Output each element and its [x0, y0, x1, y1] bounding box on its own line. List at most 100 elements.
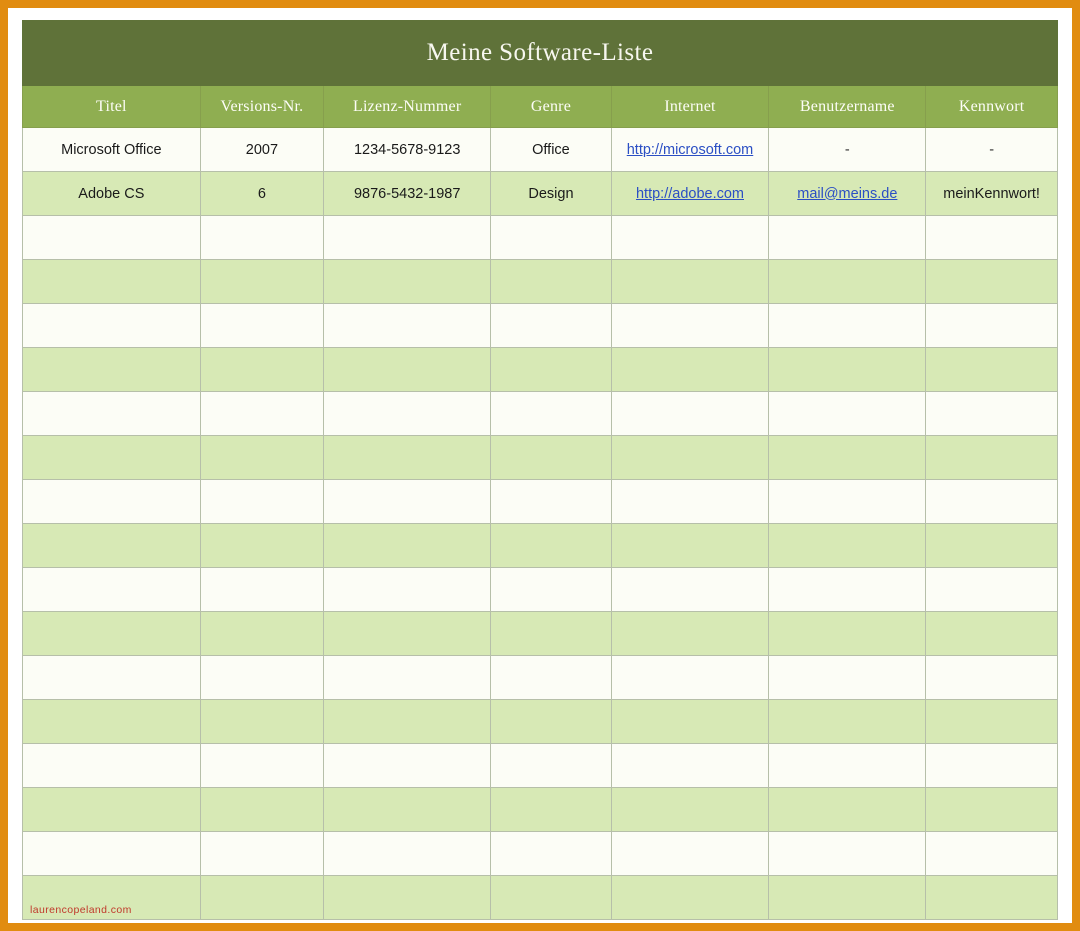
cell-internet[interactable] — [611, 568, 769, 612]
cell-lizenz[interactable] — [324, 612, 491, 656]
cell-titel[interactable] — [23, 832, 201, 876]
cell-titel[interactable] — [23, 436, 201, 480]
cell-genre[interactable] — [491, 392, 611, 436]
cell-internet[interactable] — [611, 524, 769, 568]
cell-genre[interactable] — [491, 612, 611, 656]
cell-titel[interactable] — [23, 216, 201, 260]
cell-titel[interactable] — [23, 744, 201, 788]
cell-internet[interactable] — [611, 700, 769, 744]
cell-kennwort[interactable] — [926, 216, 1058, 260]
cell-titel[interactable] — [23, 480, 201, 524]
cell-titel[interactable] — [23, 524, 201, 568]
cell-lizenz[interactable] — [324, 832, 491, 876]
cell-kennwort[interactable] — [926, 348, 1058, 392]
cell-benutzername[interactable] — [769, 216, 926, 260]
cell-titel[interactable]: laurencopeland.com — [23, 876, 201, 920]
cell-genre[interactable] — [491, 524, 611, 568]
cell-benutzername[interactable] — [769, 656, 926, 700]
cell-version[interactable] — [200, 304, 323, 348]
cell-internet[interactable] — [611, 260, 769, 304]
link-benutzername[interactable]: mail@meins.de — [797, 186, 897, 202]
column-header-kennwort[interactable]: Kennwort — [926, 86, 1058, 128]
cell-kennwort[interactable] — [926, 304, 1058, 348]
cell-benutzername[interactable] — [769, 568, 926, 612]
cell-benutzername[interactable] — [769, 832, 926, 876]
cell-internet[interactable] — [611, 348, 769, 392]
cell-titel[interactable] — [23, 304, 201, 348]
cell-lizenz[interactable] — [324, 260, 491, 304]
cell-genre[interactable] — [491, 304, 611, 348]
cell-benutzername[interactable] — [769, 524, 926, 568]
cell-internet[interactable] — [611, 304, 769, 348]
cell-titel[interactable] — [23, 656, 201, 700]
cell-lizenz[interactable] — [324, 348, 491, 392]
cell-version[interactable] — [200, 524, 323, 568]
cell-kennwort[interactable] — [926, 876, 1058, 920]
cell-lizenz[interactable]: 9876-5432-1987 — [324, 172, 491, 216]
cell-lizenz[interactable] — [324, 568, 491, 612]
cell-kennwort[interactable]: meinKennwort! — [926, 172, 1058, 216]
cell-benutzername[interactable] — [769, 260, 926, 304]
cell-lizenz[interactable] — [324, 876, 491, 920]
cell-titel[interactable] — [23, 260, 201, 304]
cell-kennwort[interactable] — [926, 392, 1058, 436]
cell-lizenz[interactable] — [324, 744, 491, 788]
cell-benutzername[interactable]: - — [769, 128, 926, 172]
cell-benutzername[interactable] — [769, 700, 926, 744]
cell-kennwort[interactable] — [926, 612, 1058, 656]
cell-lizenz[interactable] — [324, 304, 491, 348]
cell-genre[interactable] — [491, 260, 611, 304]
cell-version[interactable] — [200, 744, 323, 788]
cell-version[interactable] — [200, 392, 323, 436]
column-header-version[interactable]: Versions-Nr. — [200, 86, 323, 128]
cell-internet[interactable] — [611, 656, 769, 700]
cell-lizenz[interactable] — [324, 656, 491, 700]
cell-genre[interactable] — [491, 788, 611, 832]
cell-lizenz[interactable] — [324, 480, 491, 524]
cell-lizenz[interactable] — [324, 216, 491, 260]
cell-lizenz[interactable] — [324, 392, 491, 436]
cell-benutzername[interactable] — [769, 304, 926, 348]
link-internet[interactable]: http://adobe.com — [636, 186, 744, 202]
cell-version[interactable] — [200, 260, 323, 304]
cell-kennwort[interactable] — [926, 260, 1058, 304]
cell-version[interactable] — [200, 656, 323, 700]
cell-version[interactable] — [200, 832, 323, 876]
cell-lizenz[interactable] — [324, 788, 491, 832]
cell-lizenz[interactable] — [324, 436, 491, 480]
cell-kennwort[interactable] — [926, 788, 1058, 832]
cell-genre[interactable] — [491, 656, 611, 700]
cell-internet[interactable] — [611, 876, 769, 920]
cell-benutzername[interactable] — [769, 744, 926, 788]
cell-lizenz[interactable] — [324, 524, 491, 568]
cell-version[interactable] — [200, 348, 323, 392]
cell-titel[interactable] — [23, 788, 201, 832]
cell-version[interactable] — [200, 436, 323, 480]
cell-genre[interactable] — [491, 700, 611, 744]
cell-genre[interactable]: Office — [491, 128, 611, 172]
cell-internet[interactable]: http://adobe.com — [611, 172, 769, 216]
cell-kennwort[interactable] — [926, 568, 1058, 612]
cell-benutzername[interactable] — [769, 348, 926, 392]
cell-benutzername[interactable] — [769, 480, 926, 524]
cell-internet[interactable] — [611, 744, 769, 788]
cell-titel[interactable]: Microsoft Office — [23, 128, 201, 172]
cell-genre[interactable] — [491, 216, 611, 260]
cell-titel[interactable] — [23, 612, 201, 656]
cell-kennwort[interactable] — [926, 744, 1058, 788]
cell-genre[interactable] — [491, 568, 611, 612]
cell-genre[interactable] — [491, 436, 611, 480]
cell-titel[interactable] — [23, 700, 201, 744]
cell-version[interactable] — [200, 612, 323, 656]
cell-titel[interactable]: Adobe CS — [23, 172, 201, 216]
column-header-titel[interactable]: Titel — [23, 86, 201, 128]
cell-kennwort[interactable] — [926, 656, 1058, 700]
cell-version[interactable] — [200, 788, 323, 832]
cell-benutzername[interactable] — [769, 392, 926, 436]
column-header-benutzername[interactable]: Benutzername — [769, 86, 926, 128]
cell-kennwort[interactable] — [926, 524, 1058, 568]
cell-titel[interactable] — [23, 568, 201, 612]
cell-internet[interactable] — [611, 480, 769, 524]
cell-version[interactable] — [200, 700, 323, 744]
cell-kennwort[interactable] — [926, 832, 1058, 876]
